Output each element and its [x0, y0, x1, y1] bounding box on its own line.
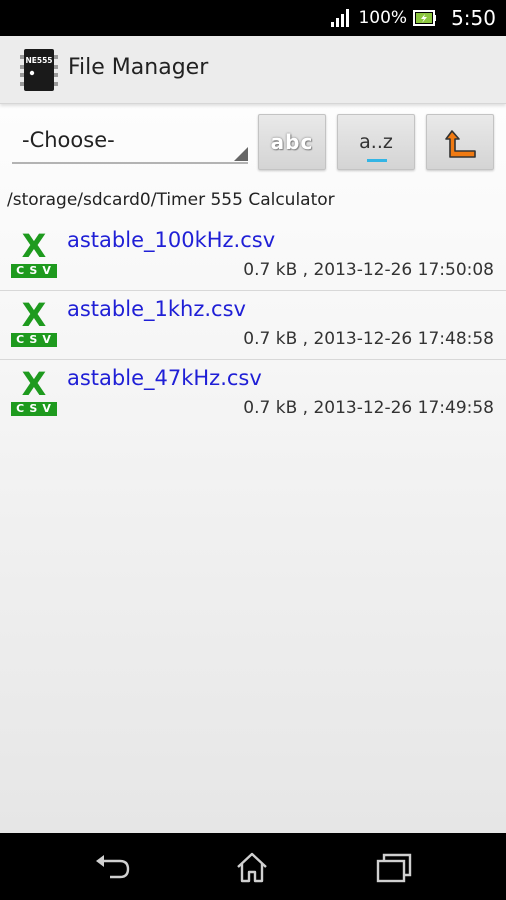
- status-bar: 100% 5:50: [0, 0, 506, 36]
- spinner-value: -Choose-: [22, 128, 115, 152]
- file-name[interactable]: astable_1khz.csv: [67, 297, 246, 321]
- chip-icon[interactable]: NE555: [20, 49, 58, 91]
- status-icons: 100% 5:50: [330, 0, 496, 36]
- csv-icon-letter: X: [21, 227, 47, 265]
- file-meta: 0.7 kB , 2013-12-26 17:48:58: [243, 329, 494, 349]
- toolbar: -Choose- abc a..z: [0, 114, 506, 172]
- battery-charging-icon: [413, 10, 437, 26]
- csv-icon-band: CSV: [11, 333, 57, 347]
- csv-icon-letter: X: [21, 365, 47, 403]
- spinner-arrow-icon: [234, 147, 248, 161]
- folder-up-button[interactable]: [426, 114, 494, 170]
- recent-apps-icon[interactable]: [374, 849, 414, 885]
- app-title: File Manager: [68, 55, 209, 80]
- app-screen: NE555 File Manager -Choose- abc a..z /st…: [0, 36, 506, 833]
- file-meta: 0.7 kB , 2013-12-26 17:49:58: [243, 398, 494, 418]
- navigation-bar: [0, 833, 506, 900]
- file-list: X CSV astable_100kHz.csv 0.7 kB , 2013-1…: [0, 222, 506, 429]
- file-meta: 0.7 kB , 2013-12-26 17:50:08: [243, 260, 494, 280]
- sort-by-name-button[interactable]: abc: [258, 114, 326, 170]
- action-bar: NE555 File Manager: [0, 36, 506, 104]
- current-path: /storage/sdcard0/Timer 555 Calculator: [7, 190, 335, 210]
- csv-file-icon: X CSV: [11, 228, 57, 278]
- battery-percent: 100%: [358, 8, 408, 28]
- csv-file-icon: X CSV: [11, 297, 57, 347]
- chip-icon-label: NE555: [25, 56, 52, 65]
- sort-by-name-label: abc: [270, 130, 314, 154]
- selected-indicator: [367, 159, 387, 162]
- file-name[interactable]: astable_100kHz.csv: [67, 228, 275, 252]
- clock: 5:50: [451, 6, 496, 30]
- folder-spinner[interactable]: -Choose-: [12, 120, 248, 164]
- file-row[interactable]: X CSV astable_100kHz.csv 0.7 kB , 2013-1…: [0, 222, 506, 291]
- csv-icon-band: CSV: [11, 264, 57, 278]
- file-row[interactable]: X CSV astable_1khz.csv 0.7 kB , 2013-12-…: [0, 291, 506, 360]
- file-row[interactable]: X CSV astable_47kHz.csv 0.7 kB , 2013-12…: [0, 360, 506, 429]
- folder-up-icon: [445, 130, 476, 158]
- sort-alphabetical-button[interactable]: a..z: [337, 114, 415, 170]
- csv-icon-band: CSV: [11, 402, 57, 416]
- home-icon[interactable]: [232, 849, 272, 885]
- back-icon[interactable]: [92, 849, 132, 885]
- csv-file-icon: X CSV: [11, 366, 57, 416]
- file-name[interactable]: astable_47kHz.csv: [67, 366, 262, 390]
- csv-icon-letter: X: [21, 296, 47, 334]
- signal-icon: [331, 9, 350, 27]
- sort-alphabetical-label: a..z: [359, 131, 393, 153]
